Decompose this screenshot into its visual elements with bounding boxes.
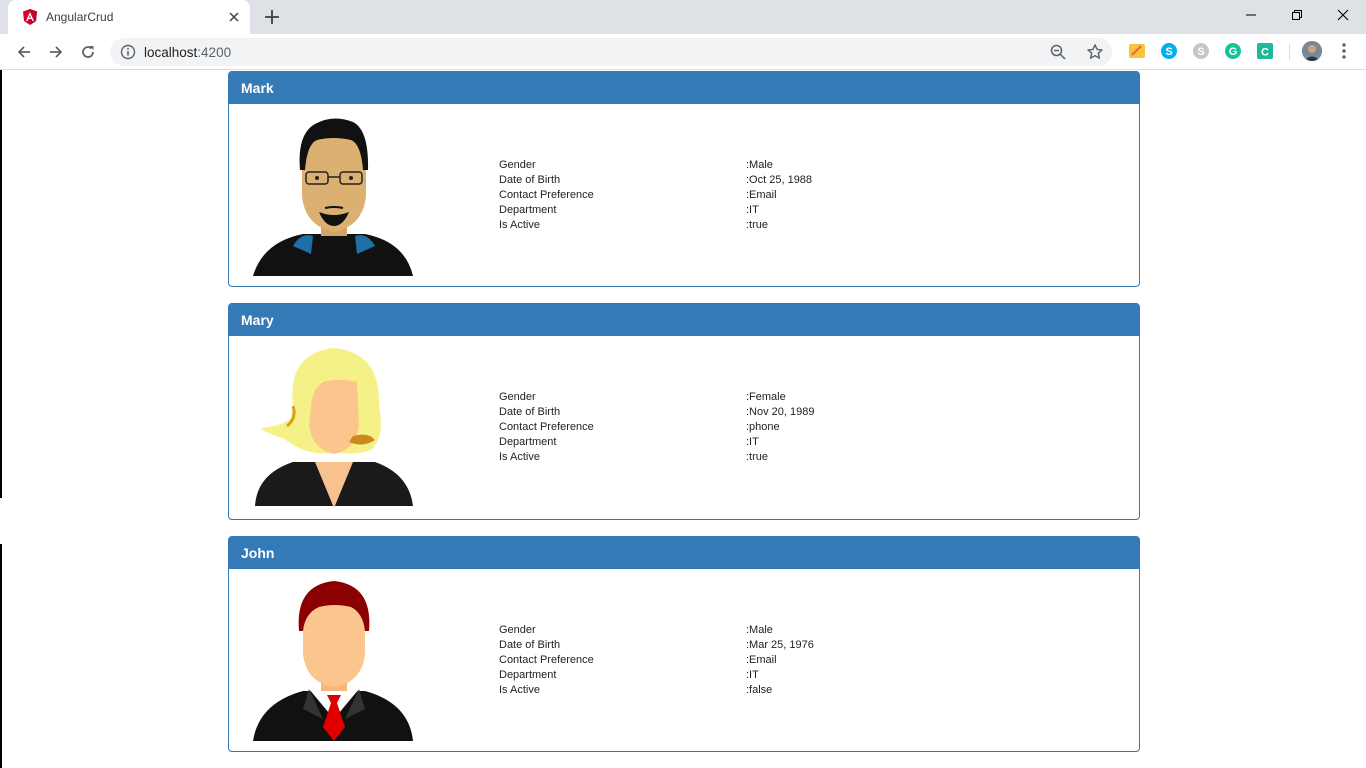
close-icon bbox=[1337, 9, 1349, 21]
restore-icon bbox=[1292, 10, 1302, 20]
contact-value: :Email bbox=[746, 189, 777, 201]
department-value: :IT bbox=[746, 204, 759, 216]
close-window-button[interactable] bbox=[1320, 0, 1366, 30]
skype-icon[interactable]: S bbox=[1160, 42, 1178, 60]
browser-toolbar: localhost:4200 S S G C bbox=[0, 34, 1366, 70]
svg-text:S: S bbox=[1165, 46, 1172, 58]
employee-panel: John Gender :Male Date of Birth :Mar 25, 1… bbox=[228, 536, 1140, 752]
arrow-right-icon bbox=[50, 46, 63, 58]
notes-extension-icon[interactable] bbox=[1128, 42, 1146, 60]
info-icon[interactable] bbox=[120, 44, 136, 60]
active-value: :true bbox=[746, 451, 769, 463]
gender-value: :Male bbox=[746, 159, 773, 171]
male-avatar-glasses-icon bbox=[253, 118, 413, 276]
gender-label: Gender bbox=[499, 391, 536, 403]
window-edge bbox=[0, 70, 2, 768]
male-avatar-tie-icon bbox=[253, 581, 413, 741]
forward-button[interactable] bbox=[44, 40, 68, 64]
department-label: Department bbox=[499, 436, 557, 448]
minimize-button[interactable] bbox=[1228, 0, 1274, 30]
employee-name: John bbox=[229, 537, 1139, 569]
reload-button[interactable] bbox=[76, 40, 100, 64]
profile-avatar[interactable] bbox=[1302, 41, 1322, 61]
window-edge-gap bbox=[0, 498, 2, 544]
gender-value: :Female bbox=[746, 391, 786, 403]
employee-name: Mark bbox=[229, 72, 1139, 104]
bookmark-star-icon[interactable] bbox=[1086, 43, 1104, 61]
address-bar[interactable]: localhost:4200 bbox=[110, 38, 1112, 66]
department-label: Department bbox=[499, 204, 557, 216]
svg-text:C: C bbox=[1261, 47, 1269, 59]
active-value: :false bbox=[746, 684, 773, 696]
gender-label: Gender bbox=[499, 624, 536, 636]
url-host: localhost bbox=[144, 45, 198, 60]
active-value: :true bbox=[746, 219, 769, 231]
zoom-out-icon[interactable] bbox=[1050, 44, 1066, 60]
url-text[interactable]: localhost:4200 bbox=[144, 45, 231, 60]
svg-text:G: G bbox=[1229, 46, 1238, 58]
employee-panel: Mark Gender :Male Date of Birth :Oct 25, 1… bbox=[228, 71, 1140, 287]
contact-value: :Email bbox=[746, 654, 777, 666]
department-label: Department bbox=[499, 669, 557, 681]
dob-value: :Oct 25, 1988 bbox=[746, 174, 813, 186]
dob-value: :Nov 20, 1989 bbox=[746, 406, 815, 418]
dob-label: Date of Birth bbox=[499, 406, 561, 418]
dob-value: :Mar 25, 1976 bbox=[746, 639, 814, 651]
employee-panel: Mary Gender :Female Date of Birth :Nov 20,… bbox=[228, 303, 1140, 520]
active-label: Is Active bbox=[499, 684, 540, 696]
gender-label: Gender bbox=[499, 159, 536, 171]
employee-body: Gender :Female Date of Birth :Nov 20, 1989… bbox=[229, 336, 1139, 518]
restore-button[interactable] bbox=[1274, 0, 1320, 30]
svg-text:S: S bbox=[1197, 46, 1204, 58]
department-value: :IT bbox=[746, 436, 759, 448]
employee-name: Mary bbox=[229, 304, 1139, 336]
female-avatar-icon bbox=[255, 348, 413, 508]
dob-label: Date of Birth bbox=[499, 174, 561, 186]
contact-value: :phone bbox=[746, 421, 780, 433]
active-label: Is Active bbox=[499, 219, 540, 231]
angular-icon bbox=[23, 9, 37, 25]
new-tab-icon[interactable] bbox=[262, 7, 282, 27]
department-value: :IT bbox=[746, 669, 759, 681]
arrow-left-icon bbox=[17, 46, 30, 58]
user-photo-icon bbox=[1302, 41, 1322, 61]
c-extension-icon[interactable]: C bbox=[1256, 42, 1274, 60]
contact-label: Contact Preference bbox=[499, 189, 594, 201]
browser-tab[interactable]: AngularCrud bbox=[8, 0, 250, 34]
close-tab-icon[interactable] bbox=[226, 9, 242, 25]
employee-body: Gender :Male Date of Birth :Oct 25, 1988 C… bbox=[229, 104, 1139, 286]
contact-label: Contact Preference bbox=[499, 654, 594, 666]
contact-label: Contact Preference bbox=[499, 421, 594, 433]
active-label: Is Active bbox=[499, 451, 540, 463]
tab-title: AngularCrud bbox=[46, 10, 114, 24]
gender-value: :Male bbox=[746, 624, 773, 636]
url-port: :4200 bbox=[197, 45, 232, 60]
tab-strip: AngularCrud bbox=[0, 0, 1366, 34]
dob-label: Date of Birth bbox=[499, 639, 561, 651]
reload-icon bbox=[82, 46, 94, 58]
more-menu-icon[interactable] bbox=[1336, 41, 1352, 61]
toolbar-separator bbox=[1289, 44, 1290, 60]
minimize-icon bbox=[1246, 14, 1256, 16]
skype-gray-icon[interactable]: S bbox=[1192, 42, 1210, 60]
back-button[interactable] bbox=[12, 40, 36, 64]
employee-body: Gender :Male Date of Birth :Mar 25, 1976 C… bbox=[229, 569, 1139, 751]
grammarly-icon[interactable]: G bbox=[1224, 42, 1242, 60]
